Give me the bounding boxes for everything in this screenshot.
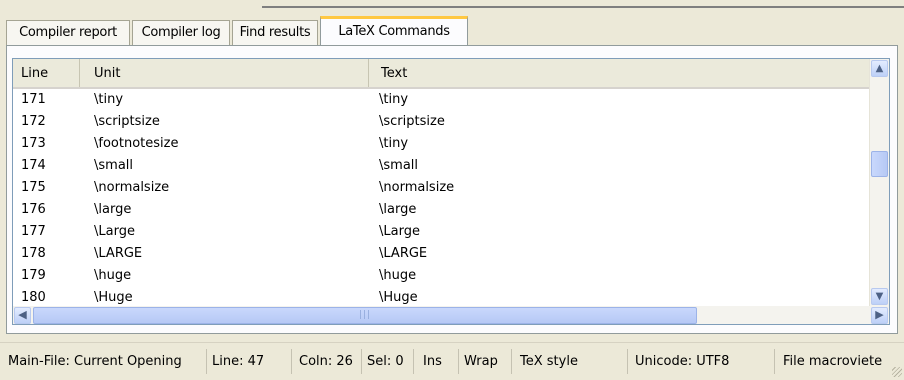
cell-line: 177 — [21, 224, 46, 239]
table-row[interactable]: 173 \footnotesize \tiny — [13, 133, 871, 155]
cell-text: \Large — [379, 224, 420, 239]
table-row[interactable]: 177 \Large \Large — [13, 221, 871, 243]
resize-grip-icon[interactable] — [892, 367, 902, 377]
tab-compiler-report[interactable]: Compiler report — [6, 20, 130, 45]
status-selection: Sel: 0 — [361, 349, 414, 374]
cell-line: 172 — [21, 114, 46, 129]
cell-unit: \large — [94, 202, 132, 217]
table-row[interactable]: 175 \normalsize \normalsize — [13, 177, 871, 199]
cell-text: \large — [379, 202, 417, 217]
table-header: Line Unit Text — [13, 59, 871, 89]
status-encoding: Unicode: UTF8 — [625, 349, 775, 374]
status-insert-mode: Ins — [415, 349, 459, 374]
scroll-down-button[interactable]: ▼ — [871, 288, 888, 305]
top-separator — [262, 0, 904, 8]
cell-line: 178 — [21, 246, 46, 261]
table-row[interactable]: 174 \small \small — [13, 155, 871, 177]
cell-unit: \huge — [94, 268, 132, 283]
column-header-line[interactable]: Line — [13, 59, 80, 87]
cell-text: \scriptsize — [379, 114, 445, 129]
table-row[interactable]: 180 \Huge \Huge — [13, 287, 871, 306]
scroll-up-button[interactable]: ▲ — [871, 60, 888, 77]
cell-unit: \Large — [94, 224, 135, 239]
chevron-right-icon: ▶ — [875, 308, 884, 321]
cell-unit: \normalsize — [94, 180, 170, 195]
vertical-scrollbar[interactable]: ▲ ▼ — [869, 59, 889, 306]
scroll-left-button[interactable]: ◀ — [14, 307, 31, 324]
chevron-up-icon: ▲ — [875, 63, 884, 74]
cell-unit: \LARGE — [94, 246, 143, 261]
status-line: Line: 47 — [207, 349, 292, 374]
tab-find-results[interactable]: Find results — [232, 20, 318, 45]
horizontal-scroll-thumb[interactable]: ||| — [33, 307, 697, 324]
cell-unit: \Huge — [94, 290, 133, 305]
cell-text: \small — [379, 158, 419, 173]
tab-latex-commands[interactable]: LaTeX Commands — [320, 16, 468, 46]
horizontal-scrollbar[interactable]: ◀ ||| ▶ — [12, 306, 890, 325]
cell-line: 174 — [21, 158, 46, 173]
scroll-right-button[interactable]: ▶ — [871, 307, 888, 324]
cell-text: \tiny — [379, 136, 409, 151]
table-row[interactable]: 178 \LARGE \LARGE — [13, 243, 871, 265]
cell-line: 176 — [21, 202, 46, 217]
tab-compiler-log[interactable]: Compiler log — [132, 20, 230, 45]
table-row[interactable]: 172 \scriptsize \scriptsize — [13, 111, 871, 133]
status-wrap: Wrap — [457, 349, 512, 374]
cell-text: \Huge — [379, 290, 418, 305]
chevron-left-icon: ◀ — [18, 308, 27, 321]
cell-unit: \tiny — [94, 92, 124, 107]
status-main-file: Main-File: Current Opening — [0, 349, 207, 374]
table-row[interactable]: 179 \huge \huge — [13, 265, 871, 287]
cell-unit: \footnotesize — [94, 136, 179, 151]
column-header-unit[interactable]: Unit — [80, 59, 369, 87]
status-file: File macroviete — [783, 354, 883, 369]
vertical-scroll-thumb[interactable] — [871, 151, 888, 177]
column-header-text[interactable]: Text — [369, 59, 871, 87]
status-bar: Main-File: Current Opening Line: 47 Coln… — [0, 342, 904, 380]
cell-unit: \small — [94, 158, 134, 173]
cell-text: \normalsize — [379, 180, 455, 195]
cell-unit: \scriptsize — [94, 114, 160, 129]
table-row[interactable]: 171 \tiny \tiny — [13, 89, 871, 111]
status-tex-style: TeX style — [513, 349, 628, 374]
cell-line: 175 — [21, 180, 46, 195]
cell-line: 179 — [21, 268, 46, 283]
commands-table[interactable]: Line Unit Text 171 \tiny \tiny 172 \scri… — [12, 58, 890, 307]
cell-line: 171 — [21, 92, 46, 107]
cell-text: \tiny — [379, 92, 409, 107]
chevron-down-icon: ▼ — [875, 291, 884, 302]
cell-line: 173 — [21, 136, 46, 151]
cell-text: \LARGE — [379, 246, 428, 261]
cell-text: \huge — [379, 268, 417, 283]
top-separator-left — [0, 0, 263, 6]
cell-line: 180 — [21, 290, 46, 305]
table-row[interactable]: 176 \large \large — [13, 199, 871, 221]
status-column: Coln: 26 — [293, 349, 362, 374]
